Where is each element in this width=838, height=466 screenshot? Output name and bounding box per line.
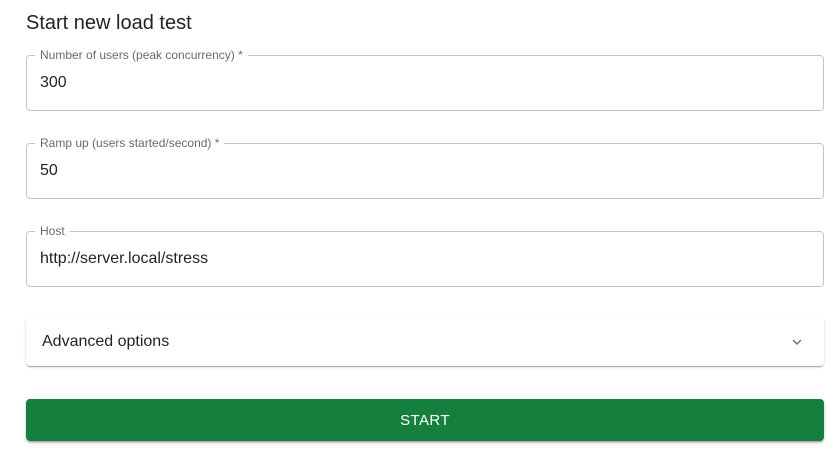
start-button[interactable]: Start bbox=[26, 399, 824, 441]
chevron-down-icon[interactable] bbox=[788, 333, 806, 351]
ramp-up-field[interactable]: Ramp up (users started/second) * bbox=[26, 136, 824, 199]
form-title: Start new load test bbox=[26, 12, 192, 34]
host-input[interactable] bbox=[27, 232, 823, 286]
advanced-options-label: Advanced options bbox=[42, 333, 170, 350]
advanced-options-accordion[interactable]: Advanced options bbox=[26, 318, 824, 366]
users-input[interactable] bbox=[27, 56, 823, 110]
users-field[interactable]: Number of users (peak concurrency) * bbox=[26, 48, 824, 111]
ramp-up-input[interactable] bbox=[27, 144, 823, 198]
host-field[interactable]: Host bbox=[26, 224, 824, 287]
